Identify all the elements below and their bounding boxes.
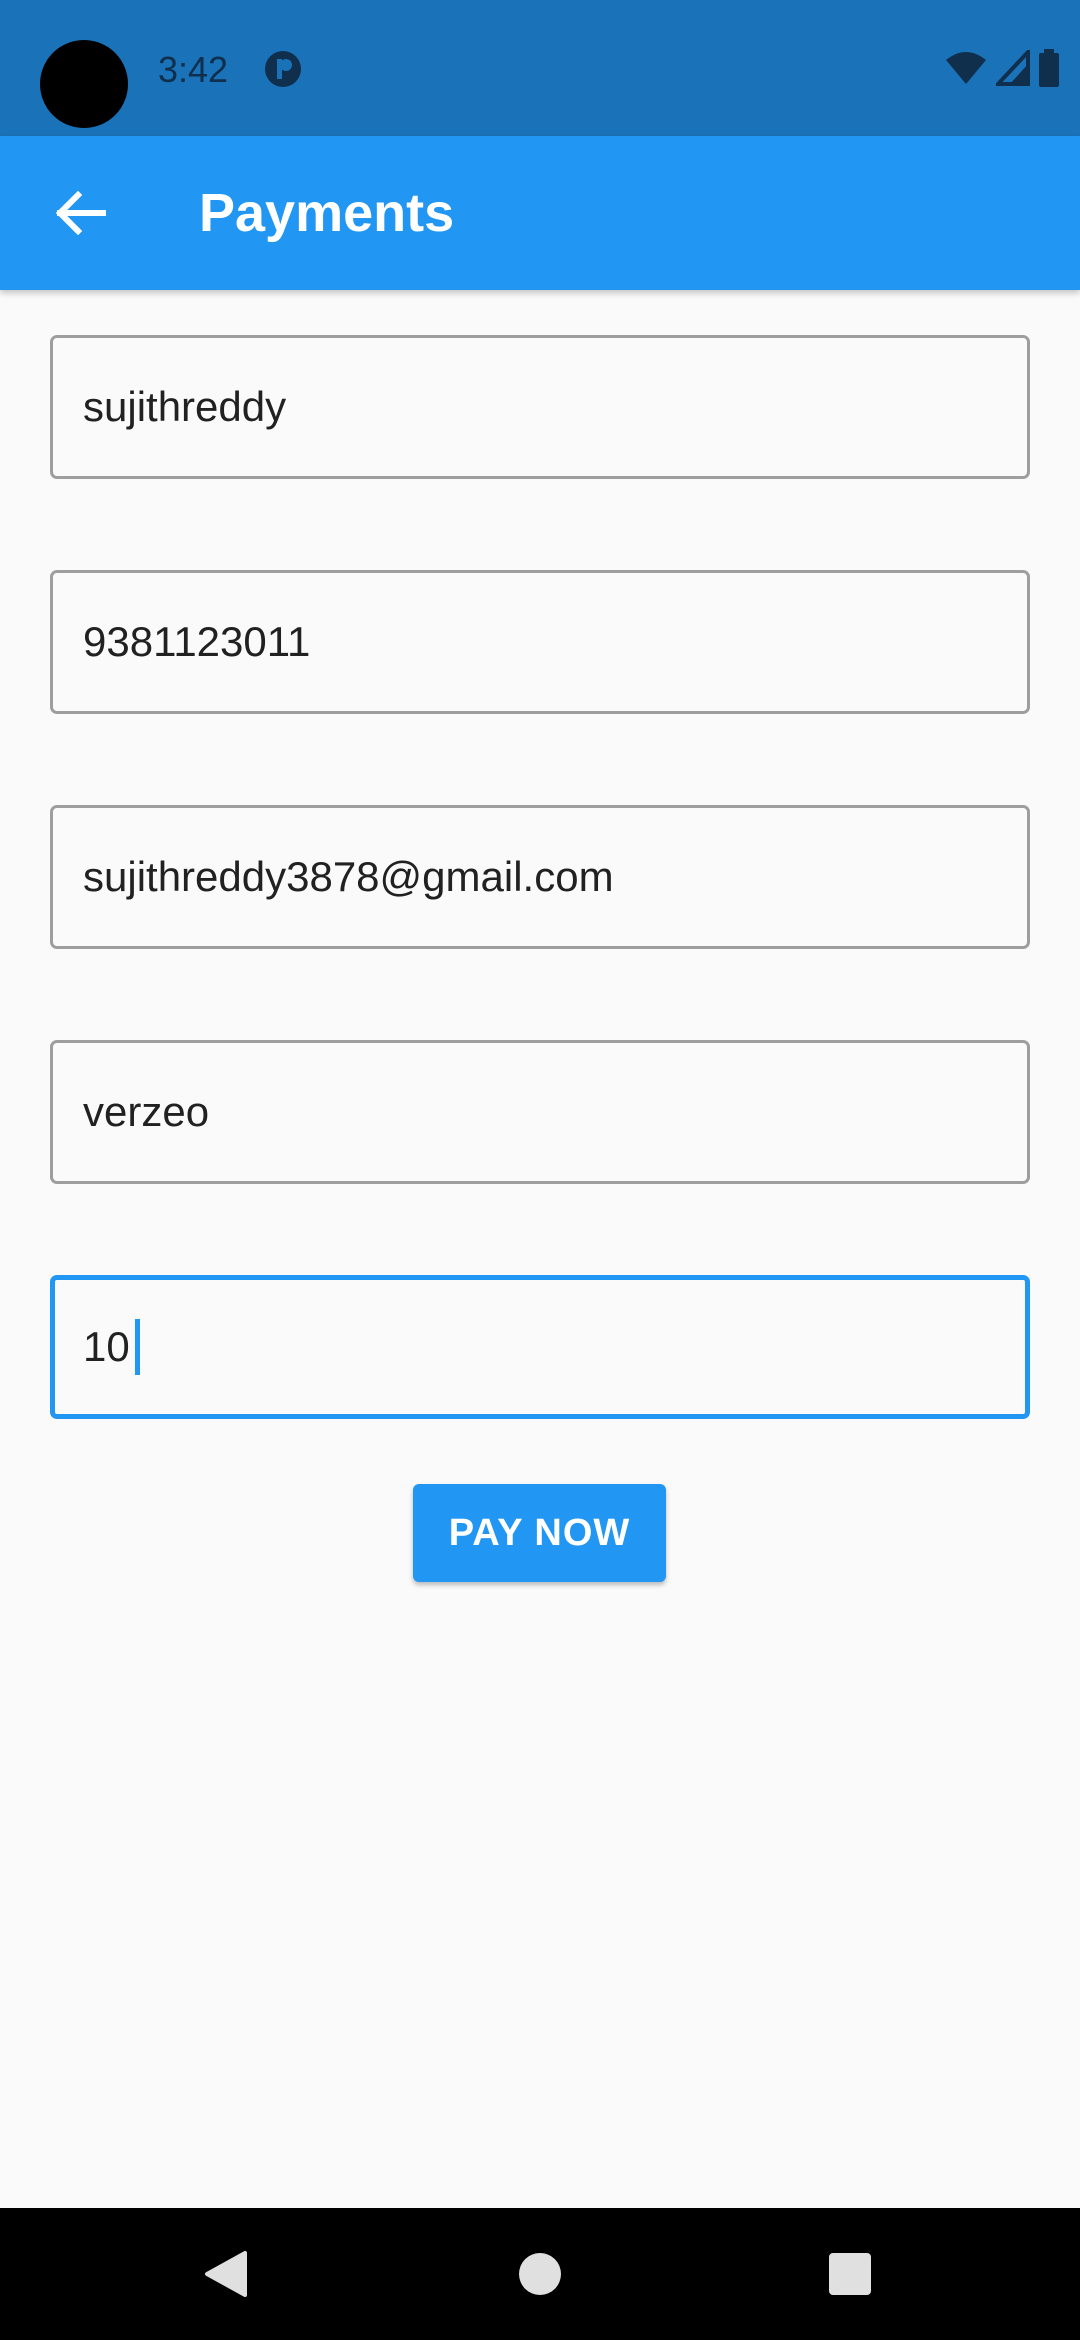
back-button[interactable]: [40, 173, 120, 253]
text-caret: [135, 1319, 140, 1375]
circle-logo-icon: [265, 51, 301, 87]
battery-icon: [1039, 49, 1059, 87]
pay-now-button[interactable]: PAY NOW: [413, 1484, 666, 1582]
email-field-container[interactable]: [50, 805, 1030, 949]
nav-home-button[interactable]: [500, 2234, 580, 2314]
company-field[interactable]: [83, 1043, 1003, 1181]
nav-back-button[interactable]: [186, 2234, 266, 2314]
status-time: 3:42: [158, 49, 229, 90]
system-nav-bar: [0, 2208, 1080, 2340]
cell-signal-icon: [996, 50, 1030, 86]
triangle-back-icon: [205, 2251, 247, 2297]
phone-field-container[interactable]: [50, 570, 1030, 714]
phone-field[interactable]: [83, 573, 1003, 711]
email-field[interactable]: [83, 808, 1003, 946]
app-bar: Payments: [0, 136, 1080, 290]
nav-recents-button[interactable]: [810, 2234, 890, 2314]
page-title: Payments: [199, 183, 455, 243]
circle-home-icon: [519, 2253, 561, 2295]
name-field[interactable]: [83, 338, 1003, 476]
name-field-container[interactable]: [50, 335, 1030, 479]
status-bar: 3:42: [0, 0, 1080, 136]
status-icons: [944, 48, 1060, 88]
camera-cutout: [40, 40, 128, 128]
amount-field[interactable]: [83, 1280, 1003, 1414]
company-field-container[interactable]: [50, 1040, 1030, 1184]
arrow-left-icon: [55, 191, 106, 235]
wifi-icon: [946, 52, 986, 84]
square-recents-icon: [829, 2253, 871, 2295]
amount-field-container[interactable]: [50, 1275, 1030, 1419]
